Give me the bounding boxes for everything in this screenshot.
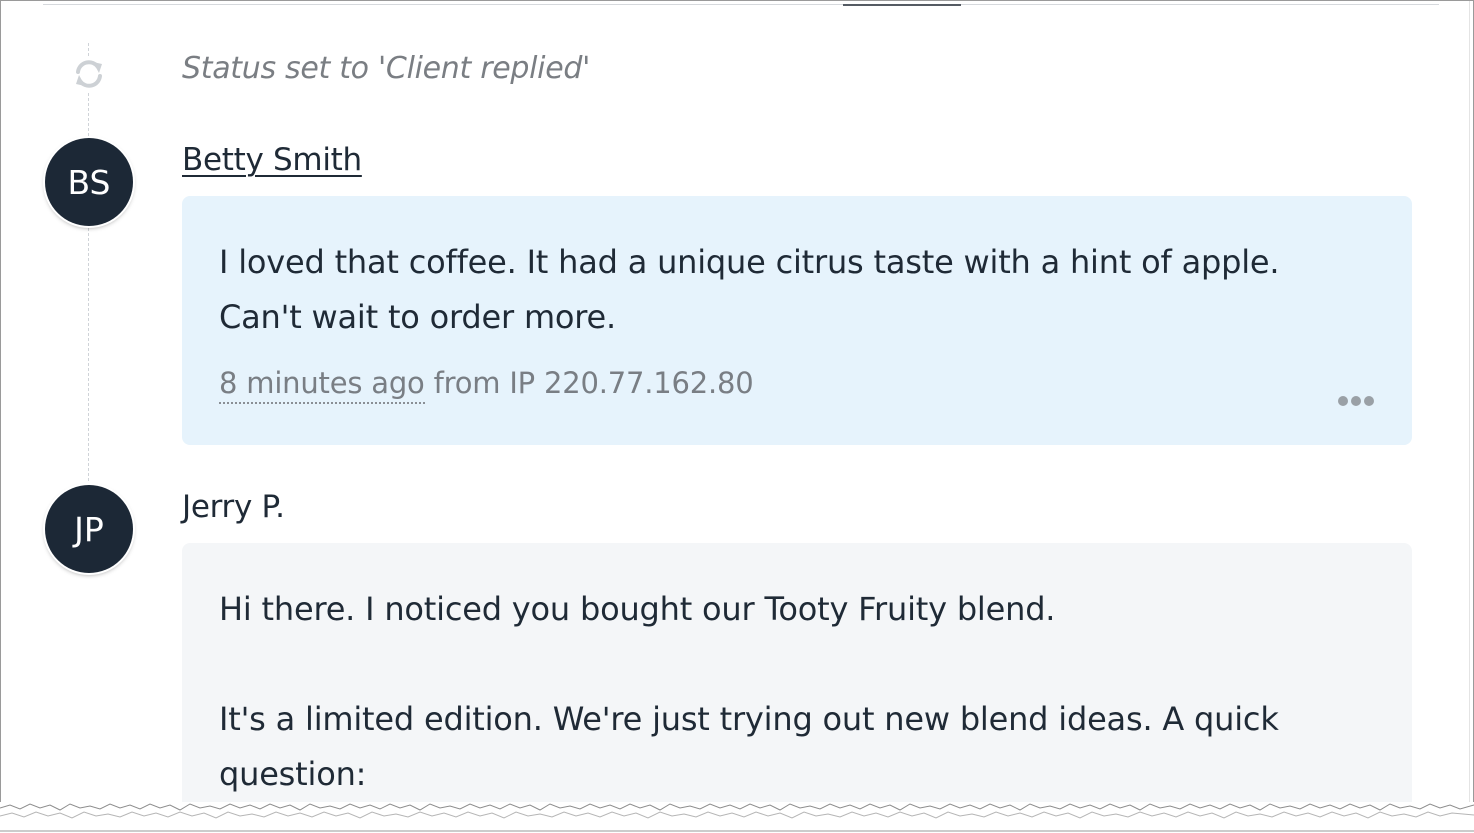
window-edge bbox=[1469, 1, 1473, 832]
status-event-text: Status set to 'Client replied' bbox=[182, 51, 591, 86]
message-meta: 8 minutes ago from IP 220.77.162.80 bbox=[219, 366, 754, 404]
avatar: BS bbox=[45, 138, 133, 226]
message-line: Can't wait to order more. bbox=[219, 298, 617, 336]
avatar-initials: JP bbox=[74, 509, 104, 549]
more-horizontal-icon[interactable] bbox=[1338, 394, 1376, 408]
avatar-initials: BS bbox=[67, 162, 111, 202]
message-bubble: Hi there. I noticed you bought our Tooty… bbox=[182, 543, 1412, 832]
author-name: Jerry P. bbox=[182, 489, 285, 525]
timeline-connector bbox=[88, 43, 89, 491]
torn-edge-decoration bbox=[0, 802, 1474, 833]
message-timestamp[interactable]: 8 minutes ago bbox=[219, 366, 425, 404]
message-bubble: I loved that coffee. It had a unique cit… bbox=[182, 196, 1412, 445]
avatar: JP bbox=[45, 485, 133, 573]
author-link[interactable]: Betty Smith bbox=[182, 142, 362, 178]
message-line: It's a limited edition. We're just tryin… bbox=[219, 700, 1279, 738]
message-line: Hi there. I noticed you bought our Tooty… bbox=[219, 590, 1056, 628]
conversation-panel: Status set to 'Client replied' BS Betty … bbox=[0, 0, 1474, 833]
message-line: I loved that coffee. It had a unique cit… bbox=[219, 243, 1280, 281]
tab-divider bbox=[43, 4, 1439, 5]
message-ip: from IP 220.77.162.80 bbox=[424, 366, 754, 400]
refresh-icon bbox=[71, 56, 107, 92]
active-tab-indicator bbox=[843, 4, 961, 6]
message-line: question: bbox=[219, 755, 367, 793]
